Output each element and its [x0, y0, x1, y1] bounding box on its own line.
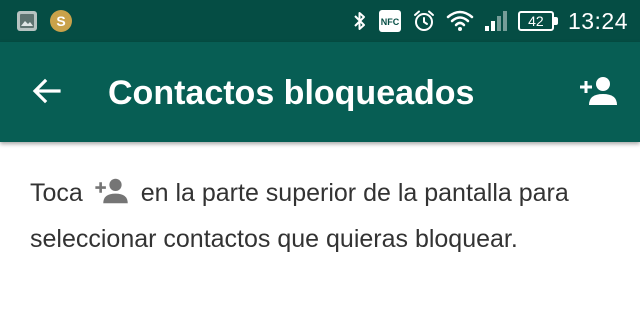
instruction-text: Toca en la parte superior de la pantalla…	[30, 172, 610, 260]
back-button[interactable]	[22, 68, 72, 118]
s-app-icon: S	[50, 10, 72, 32]
add-person-icon	[579, 75, 619, 112]
signal-icon	[484, 10, 508, 32]
battery-icon: 42	[517, 11, 558, 31]
instruction-text-start: Toca	[30, 179, 83, 207]
nfc-icon: NFC	[378, 9, 402, 33]
status-bar-clock: 13:24	[567, 7, 628, 34]
add-person-icon	[94, 176, 130, 218]
svg-text:NFC: NFC	[381, 17, 400, 27]
status-bar: S NFC 42 13:24	[0, 0, 640, 42]
page-title: Contactos bloqueados	[108, 74, 475, 112]
gallery-icon	[16, 10, 38, 32]
alarm-icon	[412, 9, 436, 33]
arrow-left-icon	[31, 75, 63, 112]
status-bar-notifications: S	[16, 9, 72, 33]
wifi-icon	[446, 10, 474, 32]
bluetooth-icon	[352, 9, 368, 33]
app-toolbar: Contactos bloqueados	[0, 42, 640, 142]
screen: S NFC 42 13:24 Contactos bloqueados Toca…	[0, 0, 640, 310]
add-blocked-contact-button[interactable]	[574, 68, 624, 118]
status-bar-system: NFC 42 13:24	[352, 8, 628, 34]
